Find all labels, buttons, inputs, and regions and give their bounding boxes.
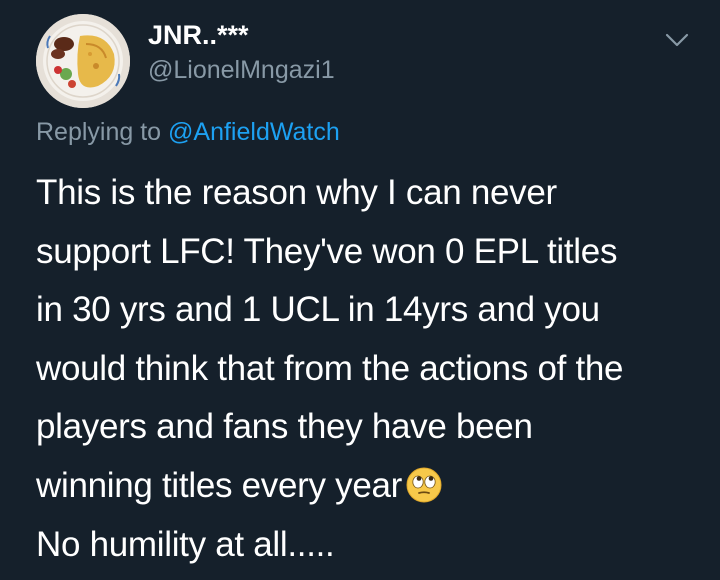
- tweet-text: This is the reason why I can never suppo…: [36, 164, 696, 515]
- reply-context: Replying to @AnfieldWatch: [36, 118, 340, 147]
- reply-context-prefix: Replying to: [36, 118, 169, 146]
- tweet-line: support LFC! They've won 0 EPL titles: [36, 231, 618, 271]
- tweet-line: This is the reason why I can never: [36, 173, 557, 212]
- tweet-line: players and fans they have been: [36, 407, 533, 446]
- avatar[interactable]: [36, 14, 130, 108]
- user-handle[interactable]: @LionelMngazi1: [148, 56, 335, 85]
- tweet-card: JNR..*** @LionelMngazi1 Replying to @Anf…: [0, 0, 720, 580]
- chevron-down-icon: [665, 33, 689, 47]
- tweet-line-text: winning titles every year: [36, 465, 402, 505]
- food-plate-avatar-icon: [36, 14, 130, 108]
- tweet-line-last: winning titles every year: [36, 457, 696, 516]
- mention-link[interactable]: @AnfieldWatch: [168, 118, 340, 146]
- display-name[interactable]: JNR..***: [148, 20, 249, 51]
- more-options-button[interactable]: [662, 28, 692, 52]
- face-with-rolling-eyes-icon: [406, 467, 442, 502]
- tweet-line: would think that from the actions of the: [36, 348, 624, 388]
- tweet-closing-line: No humility at all.....: [36, 525, 335, 564]
- tweet-line: in 30 yrs and 1 UCL in 14yrs and you: [36, 290, 600, 329]
